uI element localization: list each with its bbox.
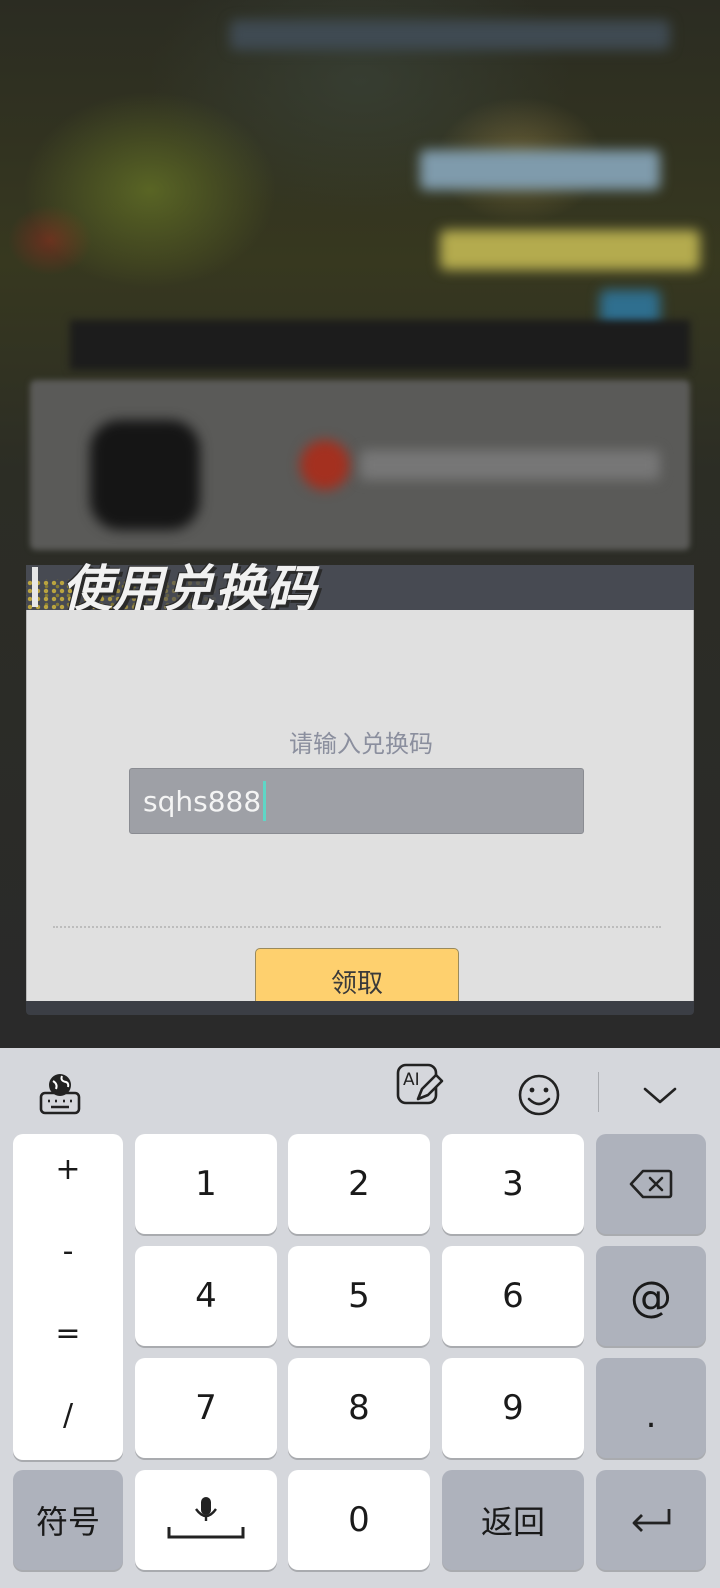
symbols-key-label: 符号: [35, 1503, 100, 1541]
key-at[interactable]: @: [596, 1246, 706, 1346]
backspace-icon: [629, 1169, 673, 1199]
key-5-label: 5: [348, 1276, 370, 1316]
key-1-label: 1: [195, 1164, 217, 1204]
backspace-key[interactable]: [596, 1134, 706, 1234]
header-marker: [32, 567, 38, 607]
ai-write-icon[interactable]: AI: [394, 1059, 444, 1109]
key-4-label: 4: [195, 1276, 217, 1316]
symbols-key[interactable]: 符号: [13, 1470, 123, 1570]
redeem-code-value: sqhs888: [143, 784, 262, 818]
key-8[interactable]: 8: [288, 1358, 430, 1458]
key-slash[interactable]: /: [13, 1398, 123, 1433]
back-key-label: 返回: [480, 1503, 545, 1541]
key-7-label: 7: [195, 1388, 217, 1428]
redeem-prompt-label: 请输入兑换码: [289, 730, 433, 758]
voice-space-key[interactable]: [135, 1470, 277, 1570]
key-0[interactable]: 0: [288, 1470, 430, 1570]
key-3[interactable]: 3: [442, 1134, 584, 1234]
key-2-label: 2: [348, 1164, 370, 1204]
keyboard-toolbar: AI: [0, 1048, 720, 1134]
ai-label: AI: [403, 1070, 420, 1090]
microphone-icon: [167, 1497, 245, 1539]
claim-button-label: 领取: [330, 968, 383, 999]
key-7[interactable]: 7: [135, 1358, 277, 1458]
redeem-code-input[interactable]: sqhs888: [129, 768, 584, 834]
key-dot-label: .: [645, 1396, 657, 1436]
back-key[interactable]: 返回: [442, 1470, 584, 1570]
text-caret: [263, 781, 267, 821]
key-3-label: 3: [502, 1164, 524, 1204]
enter-icon: [632, 1509, 671, 1532]
key-0-label: 0: [348, 1500, 370, 1540]
toolbar-separator: [598, 1072, 599, 1112]
key-5[interactable]: 5: [288, 1246, 430, 1346]
key-2[interactable]: 2: [288, 1134, 430, 1234]
key-9[interactable]: 9: [442, 1358, 584, 1458]
key-4[interactable]: 4: [135, 1246, 277, 1346]
dotted-divider: [53, 926, 661, 928]
key-at-label: @: [630, 1271, 672, 1321]
key-minus[interactable]: -: [13, 1234, 123, 1269]
collapse-keyboard-icon[interactable]: [636, 1071, 684, 1119]
key-dot[interactable]: .: [596, 1358, 706, 1458]
symbols-column: + - = /: [13, 1134, 123, 1460]
key-plus[interactable]: +: [13, 1152, 123, 1187]
dialog-body: 请输入兑换码 sqhs888 领取: [26, 610, 694, 1014]
dialog-footer: [26, 1001, 694, 1015]
key-6-label: 6: [502, 1276, 524, 1316]
key-equals[interactable]: =: [13, 1316, 123, 1351]
keyboard-globe-icon[interactable]: [36, 1071, 84, 1119]
key-8-label: 8: [348, 1388, 370, 1428]
emoji-icon[interactable]: [515, 1071, 563, 1119]
key-9-label: 9: [502, 1388, 524, 1428]
key-1[interactable]: 1: [135, 1134, 277, 1234]
key-6[interactable]: 6: [442, 1246, 584, 1346]
enter-key[interactable]: [596, 1470, 706, 1570]
redeem-code-dialog: 使用兑换码 请输入兑换码 sqhs888 领取: [26, 560, 694, 1027]
